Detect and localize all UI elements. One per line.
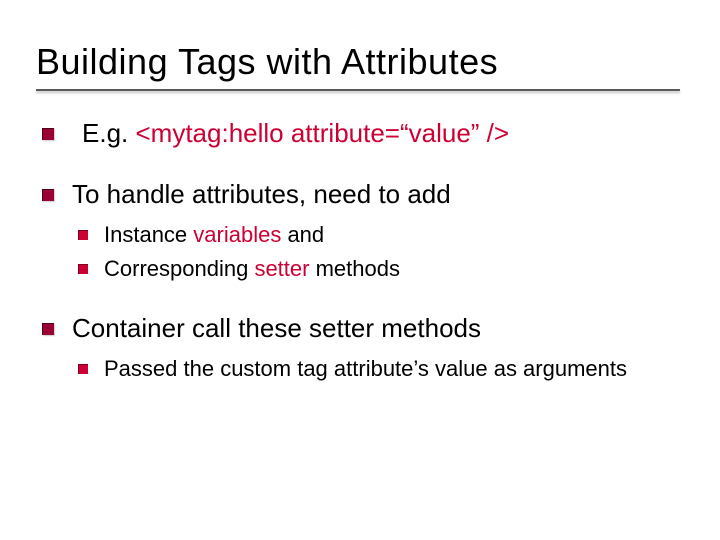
bullet-sublist: Passed the custom tag attribute’s value …: [72, 354, 680, 384]
list-text: Instance: [104, 222, 193, 247]
list-text: methods: [309, 256, 400, 281]
title-underline: [36, 89, 680, 91]
bullet-sublist: Instance variables and Corresponding set…: [72, 220, 680, 283]
list-item: To handle attributes, need to add Instan…: [36, 178, 680, 284]
list-text: and: [281, 222, 324, 247]
list-text: Corresponding: [104, 256, 254, 281]
list-item: Container call these setter methods Pass…: [36, 312, 680, 384]
list-text: Container call these setter methods: [72, 313, 481, 343]
list-item: E.g. <mytag:hello attribute=“value” />: [36, 117, 680, 150]
page-title: Building Tags with Attributes: [36, 40, 680, 83]
bullet-list: E.g. <mytag:hello attribute=“value” /> T…: [36, 117, 680, 384]
list-accent: <mytag:hello attribute=“value” />: [135, 118, 509, 148]
list-item: Instance variables and: [72, 220, 680, 250]
list-accent: variables: [193, 222, 281, 247]
list-item: Corresponding setter methods: [72, 254, 680, 284]
list-text: To handle attributes, need to add: [72, 179, 451, 209]
slide: Building Tags with Attributes E.g. <myta…: [0, 0, 720, 540]
list-item: Passed the custom tag attribute’s value …: [72, 354, 680, 384]
list-text: Passed the custom tag attribute’s value …: [104, 356, 627, 381]
list-accent: setter: [254, 256, 309, 281]
list-text: E.g.: [72, 118, 135, 148]
